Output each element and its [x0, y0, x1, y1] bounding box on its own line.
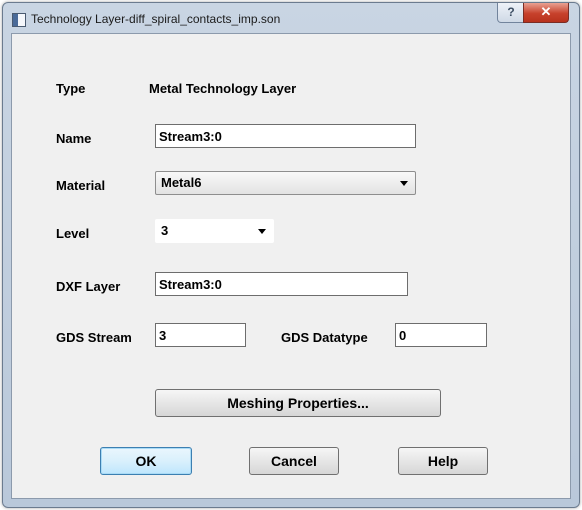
gds-datatype-label: GDS Datatype	[281, 330, 368, 345]
meshing-properties-button[interactable]: Meshing Properties...	[155, 389, 441, 417]
name-input[interactable]	[155, 124, 416, 148]
dialog-body: Type Metal Technology Layer Name Materia…	[11, 33, 571, 499]
title-bar[interactable]: Technology Layer-diff_spiral_contacts_im…	[3, 3, 579, 33]
ok-button[interactable]: OK	[100, 447, 192, 475]
material-select[interactable]: Metal6	[155, 171, 416, 195]
cancel-button[interactable]: Cancel	[249, 447, 339, 475]
name-label: Name	[56, 131, 92, 146]
material-select-value: Metal6	[161, 175, 202, 190]
chevron-down-icon	[400, 181, 408, 186]
gds-stream-input[interactable]	[155, 323, 246, 347]
level-select-value: 3	[161, 223, 169, 238]
level-select[interactable]: 3	[155, 219, 274, 243]
dxf-layer-label: DXF Layer	[56, 279, 121, 294]
material-label: Material	[56, 178, 106, 193]
level-label: Level	[56, 226, 90, 241]
close-button[interactable]: ✕	[523, 3, 569, 23]
dxf-layer-input[interactable]	[155, 272, 408, 296]
dialog-window: Technology Layer-diff_spiral_contacts_im…	[2, 2, 580, 508]
title-help-button[interactable]: ?	[497, 3, 525, 23]
chevron-down-icon	[258, 229, 266, 234]
type-value: Metal Technology Layer	[149, 81, 297, 96]
gds-datatype-input[interactable]	[395, 323, 487, 347]
type-label: Type	[56, 81, 86, 96]
window-title: Technology Layer-diff_spiral_contacts_im…	[31, 12, 281, 26]
help-button[interactable]: Help	[398, 447, 488, 475]
window-app-icon	[12, 13, 26, 27]
gds-stream-label: GDS Stream	[56, 330, 132, 345]
